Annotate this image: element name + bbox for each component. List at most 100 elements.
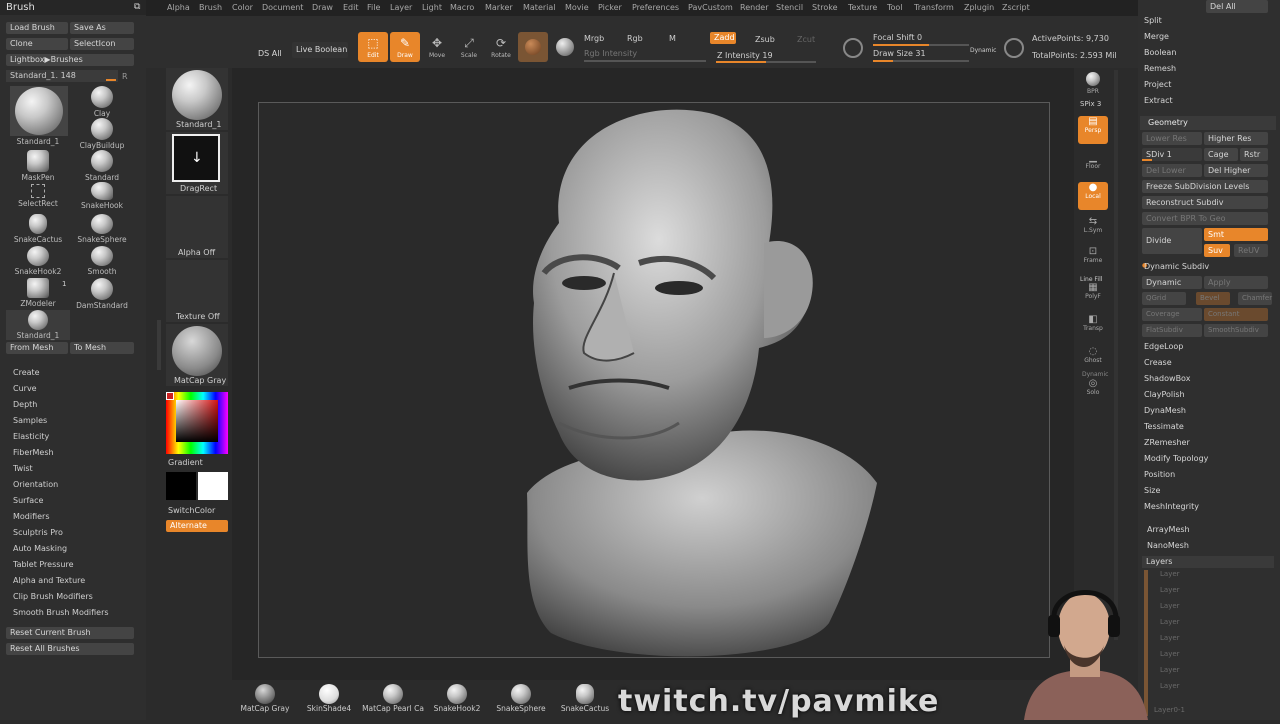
menu-file[interactable]: File bbox=[367, 3, 380, 12]
smt-toggle[interactable]: Smt bbox=[1204, 228, 1268, 241]
polyf-button[interactable]: ▦ PolyF bbox=[1078, 282, 1108, 310]
transp-button[interactable]: ◧ Transp bbox=[1078, 314, 1108, 342]
brush-item[interactable]: ClayBuildup bbox=[70, 118, 134, 150]
brush-item[interactable]: Standard_1 bbox=[6, 136, 70, 146]
floor-button[interactable]: ▁ Floor bbox=[1078, 152, 1108, 180]
rgb-toggle[interactable]: Rgb bbox=[627, 34, 643, 43]
layer-row[interactable]: Layer bbox=[1160, 650, 1180, 658]
texture-slot[interactable]: Texture Off bbox=[166, 260, 228, 322]
edit-button[interactable]: ⬚ Edit bbox=[358, 32, 388, 62]
material-slot[interactable]: MatCap Gray bbox=[166, 324, 228, 386]
alpha-slot[interactable]: Alpha Off bbox=[166, 196, 228, 258]
focal-lock-icon[interactable] bbox=[843, 38, 863, 58]
menu-render[interactable]: Render bbox=[740, 3, 768, 12]
zcut-toggle[interactable]: Zcut bbox=[797, 35, 815, 44]
menu-tool[interactable]: Tool bbox=[887, 3, 903, 12]
section-edgeloop[interactable]: EdgeLoop bbox=[1144, 342, 1183, 351]
higher-res-button[interactable]: Higher Res bbox=[1204, 132, 1268, 145]
menu-stencil[interactable]: Stencil bbox=[776, 3, 803, 12]
rgb-intensity-track[interactable] bbox=[584, 60, 706, 62]
section-depth[interactable]: Depth bbox=[13, 400, 37, 409]
secondary-color-swatch[interactable] bbox=[166, 472, 196, 500]
brush-item[interactable]: Smooth bbox=[70, 246, 134, 276]
section-nanomesh[interactable]: NanoMesh bbox=[1147, 541, 1189, 550]
reuv-toggle[interactable]: ReUV bbox=[1234, 244, 1268, 257]
clone-button[interactable]: Clone bbox=[6, 38, 68, 50]
subtool-project[interactable]: Project bbox=[1144, 80, 1171, 89]
section-curve[interactable]: Curve bbox=[13, 384, 37, 393]
brush-item[interactable]: Standard_1 bbox=[6, 310, 70, 340]
bevel-toggle[interactable]: Bevel bbox=[1196, 292, 1230, 305]
current-brush-slider[interactable]: Standard_1. 148 bbox=[6, 70, 118, 82]
section-create[interactable]: Create bbox=[13, 368, 40, 377]
reconstruct-subdiv-button[interactable]: Reconstruct Subdiv bbox=[1142, 196, 1268, 209]
current-brush-thumb[interactable] bbox=[10, 86, 68, 136]
bottom-item[interactable]: SkinShade4 bbox=[297, 684, 361, 713]
brush-item[interactable]: SnakeHook bbox=[70, 182, 134, 210]
brush-slot[interactable]: Standard_1 bbox=[166, 68, 228, 130]
section-samples[interactable]: Samples bbox=[13, 416, 47, 425]
brush-item[interactable]: SelectRect bbox=[6, 184, 70, 208]
save-as-button[interactable]: Save As bbox=[70, 22, 134, 34]
section-twist[interactable]: Twist bbox=[13, 464, 33, 473]
section-sculptris-pro[interactable]: Sculptris Pro bbox=[13, 528, 63, 537]
subtool-boolean[interactable]: Boolean bbox=[1144, 48, 1176, 57]
brush-item[interactable]: SnakeSphere bbox=[70, 214, 134, 244]
brush-item[interactable]: Standard bbox=[70, 150, 134, 182]
alternate-button[interactable]: Alternate bbox=[166, 520, 228, 532]
section-fibermesh[interactable]: FiberMesh bbox=[13, 448, 54, 457]
subtool-split[interactable]: Split bbox=[1144, 16, 1162, 25]
convert-bpr-button[interactable]: Convert BPR To Geo bbox=[1142, 212, 1268, 225]
section-zremesher[interactable]: ZRemesher bbox=[1144, 438, 1190, 447]
draw-button[interactable]: ✎ Draw bbox=[390, 32, 420, 62]
divide-button[interactable]: Divide bbox=[1142, 228, 1202, 254]
section-shadowbox[interactable]: ShadowBox bbox=[1144, 374, 1190, 383]
chamfer-toggle[interactable]: Chamfer bbox=[1238, 292, 1272, 305]
local-button[interactable]: ● Local bbox=[1078, 182, 1108, 210]
panel-resize-handle[interactable] bbox=[157, 320, 161, 370]
section-dynamesh[interactable]: DynaMesh bbox=[1144, 406, 1186, 415]
subtool-remesh[interactable]: Remesh bbox=[1144, 64, 1176, 73]
menu-edit[interactable]: Edit bbox=[343, 3, 359, 12]
solo-button[interactable]: ◎ Solo bbox=[1078, 378, 1108, 406]
reset-current-brush-button[interactable]: Reset Current Brush bbox=[6, 627, 134, 639]
menu-picker[interactable]: Picker bbox=[598, 3, 622, 12]
flatsubdiv-slider[interactable]: FlatSubdiv bbox=[1142, 324, 1202, 337]
brush-item[interactable]: SnakeHook2 bbox=[6, 246, 70, 276]
menu-document[interactable]: Document bbox=[262, 3, 303, 12]
lightbox-brushes-button[interactable]: Lightbox▶Brushes bbox=[6, 54, 134, 66]
menu-stroke[interactable]: Stroke bbox=[812, 3, 838, 12]
rstr-button[interactable]: Rstr bbox=[1240, 148, 1268, 161]
replay-icon[interactable] bbox=[1004, 38, 1024, 58]
section-modify-topology[interactable]: Modify Topology bbox=[1144, 454, 1208, 463]
palette-popout-icon[interactable]: ⧉ bbox=[134, 2, 140, 12]
persp-button[interactable]: ▤ Persp bbox=[1078, 116, 1108, 144]
rotate-button[interactable]: ⟳ Rotate bbox=[486, 32, 516, 62]
layer-row[interactable]: Layer bbox=[1160, 682, 1180, 690]
brush-item[interactable]: SnakeCactus bbox=[6, 214, 70, 244]
bpr-button[interactable]: BPR bbox=[1078, 70, 1108, 98]
menu-movie[interactable]: Movie bbox=[565, 3, 589, 12]
bottom-item[interactable]: SnakeSphere bbox=[489, 684, 553, 713]
menu-zplugin[interactable]: Zplugin bbox=[964, 3, 994, 12]
cage-button[interactable]: Cage bbox=[1204, 148, 1238, 161]
menu-texture[interactable]: Texture bbox=[848, 3, 877, 12]
del-lower-button[interactable]: Del Lower bbox=[1142, 164, 1202, 177]
layers-header[interactable]: Layers bbox=[1142, 556, 1274, 568]
section-claypolish[interactable]: ClayPolish bbox=[1144, 390, 1185, 399]
section-meshintegrity[interactable]: MeshIntegrity bbox=[1144, 502, 1199, 511]
bottom-item[interactable]: MatCap Gray bbox=[233, 684, 297, 713]
layer-row[interactable]: Layer bbox=[1160, 586, 1180, 594]
live-boolean-button[interactable]: Live Boolean bbox=[292, 42, 348, 58]
section-position[interactable]: Position bbox=[1144, 470, 1175, 479]
scale-button[interactable]: ⤢ Scale bbox=[454, 32, 484, 62]
section-modifiers[interactable]: Modifiers bbox=[13, 512, 50, 521]
section-auto-masking[interactable]: Auto Masking bbox=[13, 544, 67, 553]
menu-pavcustom[interactable]: PavCustom bbox=[688, 3, 733, 12]
right-scrollbar[interactable] bbox=[1114, 70, 1118, 640]
menu-macro[interactable]: Macro bbox=[450, 3, 474, 12]
draw-size-slider[interactable] bbox=[873, 60, 969, 62]
m-toggle[interactable]: M bbox=[669, 34, 676, 43]
section-arraymesh[interactable]: ArrayMesh bbox=[1147, 525, 1190, 534]
lower-res-button[interactable]: Lower Res bbox=[1142, 132, 1202, 145]
